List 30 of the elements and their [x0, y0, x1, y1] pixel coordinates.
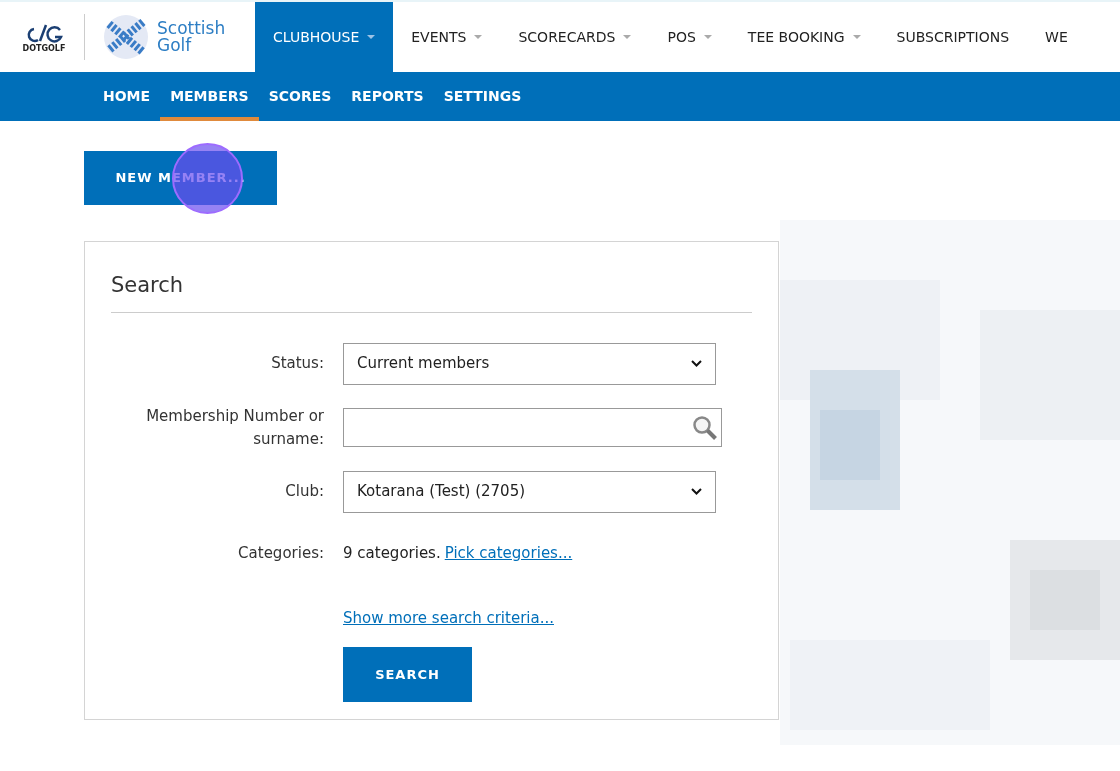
subnav-tab[interactable]: SETTINGS — [433, 72, 532, 121]
nav-tab[interactable]: TEE BOOKING — [729, 2, 879, 72]
brand-text: DOTGOLF — [22, 45, 66, 53]
search-icon — [692, 414, 718, 441]
search-button[interactable]: SEARCH — [343, 647, 472, 702]
field-label: Status: — [270, 353, 324, 374]
search-field[interactable] — [343, 408, 722, 447]
nav-tab[interactable]: EVENTS — [393, 2, 501, 72]
field-label: Categories: — [237, 543, 324, 564]
field-label: Club: — [284, 481, 324, 502]
nav-tab[interactable]: SCORECARDS — [500, 2, 650, 72]
globe-logo-icon — [103, 14, 149, 60]
select-dropdown[interactable]: Kotarana (Test) (2705) — [343, 470, 716, 513]
nav-tab[interactable]: CLUBHOUSE — [255, 2, 394, 72]
subnav-tab[interactable]: REPORTS — [341, 72, 434, 121]
field-label: Membership Number or surname: — [145, 405, 324, 450]
subnav-tab[interactable]: MEMBERS — [160, 72, 259, 121]
select-dropdown[interactable]: Current members — [343, 342, 716, 385]
panel-title: Search — [111, 270, 752, 313]
chevron-down-icon — [691, 360, 702, 367]
more-criteria-link[interactable]: Show more search criteria... — [343, 606, 554, 629]
subnav-tab[interactable]: HOME — [93, 72, 161, 121]
pick-categories-link[interactable]: Pick categories... — [444, 542, 573, 565]
chevron-down-icon — [691, 488, 702, 495]
nav-tab[interactable]: POS — [649, 2, 730, 72]
nav-tab[interactable]: WE — [1027, 2, 1086, 72]
logo-text: Scottish Golf — [157, 20, 227, 54]
categories-count: 9 categories. — [343, 543, 441, 565]
subnav-tab[interactable]: SCORES — [258, 72, 342, 121]
nav-tab[interactable]: SUBSCRIPTIONS — [878, 2, 1028, 72]
